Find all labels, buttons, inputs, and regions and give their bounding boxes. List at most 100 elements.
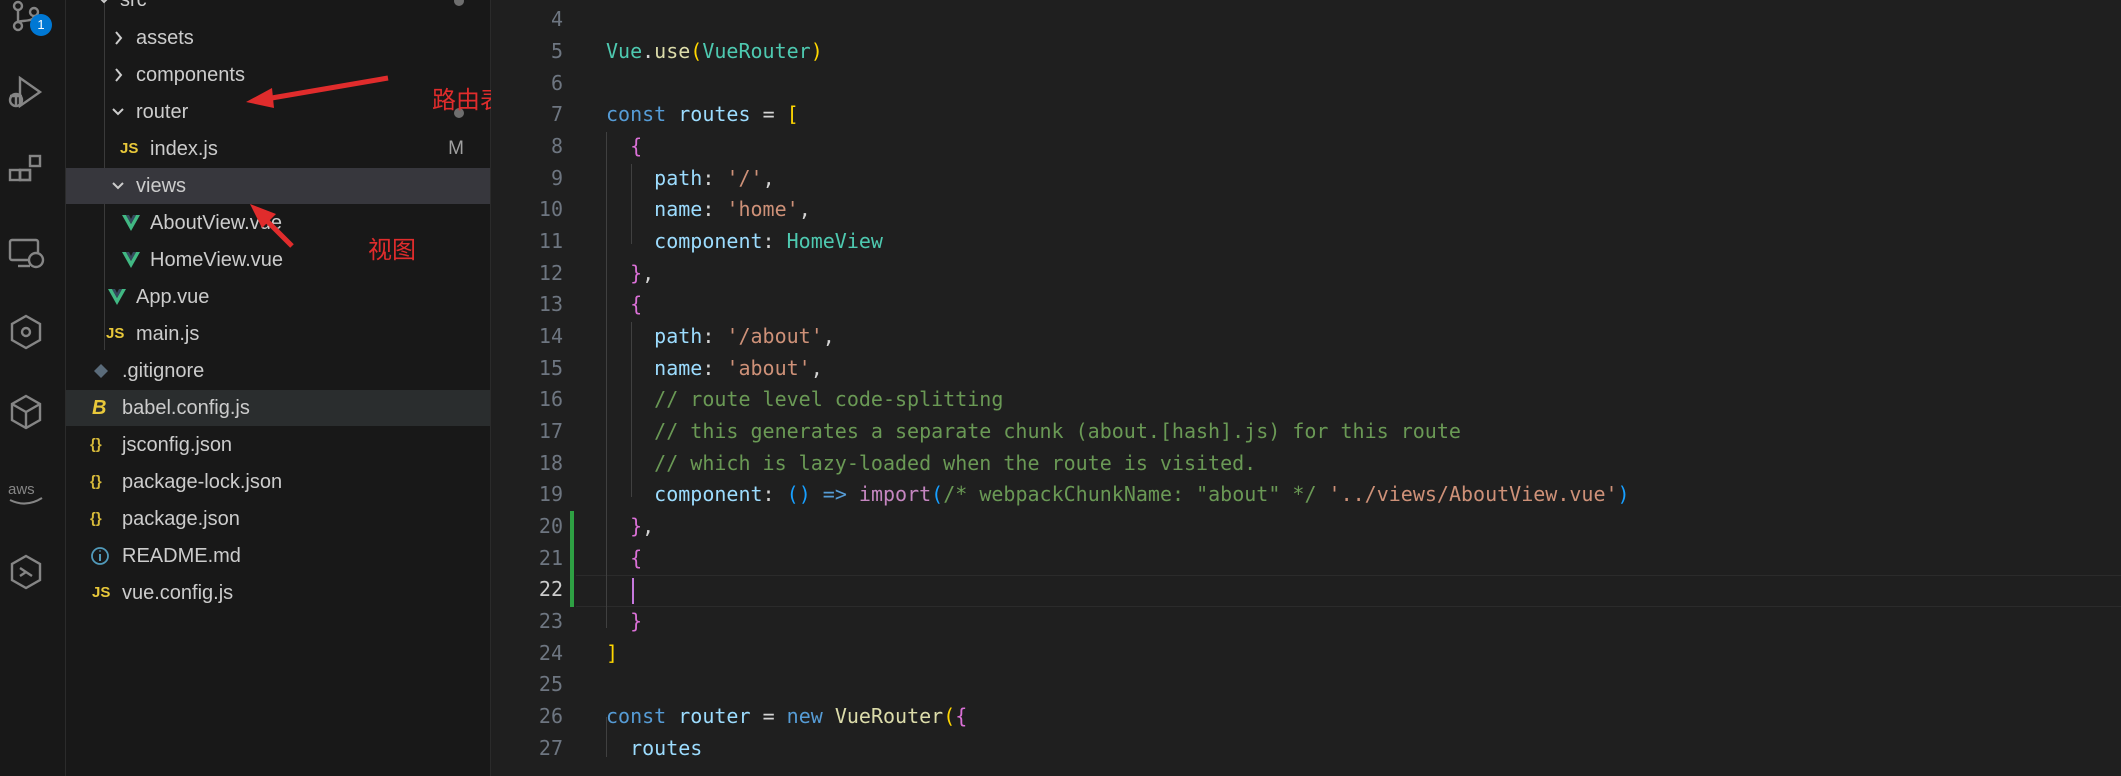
code-line: const routes = [ (606, 102, 799, 126)
tree-file-gitignore[interactable]: .gitignore (66, 353, 490, 389)
code-line: ] (606, 641, 619, 665)
tree-file-main-js[interactable]: JS main.js (66, 316, 490, 352)
code-line: name: 'home', (654, 197, 811, 221)
code-line: component: () => import(/* webpackChunkN… (654, 482, 1630, 506)
line-number: 6 (550, 71, 563, 95)
aws-icon[interactable]: aws (6, 472, 46, 512)
tree-label: .gitignore (122, 360, 205, 382)
line-number: 24 (538, 641, 563, 665)
hexagon-extension-icon[interactable] (6, 552, 46, 592)
tree-label: router (136, 101, 189, 123)
line-number: 18 (538, 451, 563, 475)
line-number: 19 (538, 482, 563, 506)
tree-label: AboutView.vue (150, 212, 282, 234)
views-annotation: 视图 (368, 236, 416, 264)
chevron-down-icon (100, 0, 108, 4)
tree-file-index-js[interactable]: JS index.js M (66, 131, 490, 167)
tree-label: README.md (122, 545, 241, 567)
line-number: 8 (550, 134, 563, 158)
code-line: // which is lazy-loaded when the route i… (654, 451, 1257, 475)
remote-explorer-icon[interactable] (6, 232, 46, 272)
gitlens-icon[interactable] (6, 312, 46, 352)
tree-file-vue-config-js[interactable]: JS vue.config.js (66, 575, 490, 611)
line-number: 7 (550, 102, 563, 126)
tree-file-package-lock-json[interactable]: {} package-lock.json (66, 464, 490, 500)
code-line: }, (630, 514, 655, 538)
line-number: 4 (550, 7, 563, 31)
tree-file-package-json[interactable]: {} package.json (66, 501, 490, 537)
line-number: 11 (538, 229, 563, 253)
javascript-file-icon: JS (92, 584, 111, 601)
source-control-badge: 1 (30, 14, 52, 36)
code-line: }, (630, 261, 655, 285)
line-number: 17 (538, 419, 563, 443)
javascript-file-icon: JS (120, 140, 139, 157)
chevron-down-icon (112, 108, 124, 116)
modified-dot-icon (454, 0, 464, 6)
code-line: routes (630, 736, 703, 760)
vue-file-icon (108, 289, 126, 305)
code-line: name: 'about', (654, 356, 823, 380)
tree-folder-src[interactable]: src (66, 0, 490, 18)
tree-label: src (120, 0, 147, 11)
package-icon[interactable] (6, 392, 46, 432)
tree-label: package.json (122, 508, 240, 530)
tree-label: vue.config.js (122, 582, 234, 604)
code-line: path: '/', (654, 166, 775, 190)
babel-file-icon: B (92, 397, 107, 419)
line-number: 26 (538, 704, 563, 728)
tree-label: assets (136, 27, 194, 49)
tree-file-homeview-vue[interactable]: HomeView.vue (66, 242, 490, 278)
tree-file-babel-config-js[interactable]: B babel.config.js (66, 390, 490, 426)
git-status-modified: M (448, 138, 464, 159)
tree-folder-views[interactable]: views (66, 168, 490, 204)
json-file-icon: {} (90, 436, 102, 453)
git-file-icon (94, 364, 108, 378)
line-number: 27 (538, 736, 563, 760)
tree-label: index.js (150, 138, 218, 160)
code-line: const router = new VueRouter({ (606, 704, 968, 728)
tree-label: jsconfig.json (122, 434, 233, 456)
javascript-file-icon: JS (106, 325, 125, 342)
git-added-gutter (570, 511, 574, 607)
tree-file-jsconfig-json[interactable]: {} jsconfig.json (66, 427, 490, 463)
tree-folder-components[interactable]: components (66, 57, 490, 93)
line-number: 23 (538, 609, 563, 633)
code-line: { (630, 546, 643, 570)
line-number: 9 (550, 166, 563, 190)
tree-file-aboutview-vue[interactable]: AboutView.vue (66, 205, 490, 241)
line-number: 10 (538, 197, 563, 221)
code-line: { (630, 134, 643, 158)
tree-file-app-vue[interactable]: App.vue (66, 279, 490, 315)
code-line: // route level code-splitting (654, 387, 1004, 411)
line-number: 5 (550, 39, 563, 63)
tree-file-readme-md[interactable]: README.md (66, 538, 490, 574)
line-number: 13 (538, 292, 563, 316)
line-number: 12 (538, 261, 563, 285)
tree-folder-router[interactable]: router (66, 94, 490, 130)
tree-label: components (136, 64, 245, 86)
tree-folder-assets[interactable]: assets (66, 20, 490, 56)
vue-file-icon (122, 252, 140, 268)
tree-label: babel.config.js (122, 397, 250, 419)
line-number: 21 (538, 546, 563, 570)
code-editor[interactable]: 4 5 6 7 8 9 10 11 12 13 14 15 16 17 18 1… (491, 0, 2121, 776)
svg-text:aws: aws (8, 481, 35, 498)
code-line: } (630, 609, 643, 633)
line-number: 14 (538, 324, 563, 348)
line-number-active: 22 (538, 577, 563, 601)
line-number: 15 (538, 356, 563, 380)
vue-file-icon (122, 215, 140, 231)
chevron-right-icon (115, 31, 123, 45)
line-number: 16 (538, 387, 563, 411)
chevron-down-icon (112, 182, 124, 190)
extensions-icon[interactable] (6, 152, 46, 192)
tree-label: package-lock.json (122, 471, 283, 493)
run-debug-icon[interactable] (6, 72, 46, 112)
info-icon (91, 547, 109, 565)
json-file-icon: {} (90, 473, 102, 490)
explorer-panel: src assets components router JS index.js… (66, 0, 491, 776)
code-line: // this generates a separate chunk (abou… (654, 419, 1461, 443)
code-line: component: HomeView (654, 229, 883, 253)
